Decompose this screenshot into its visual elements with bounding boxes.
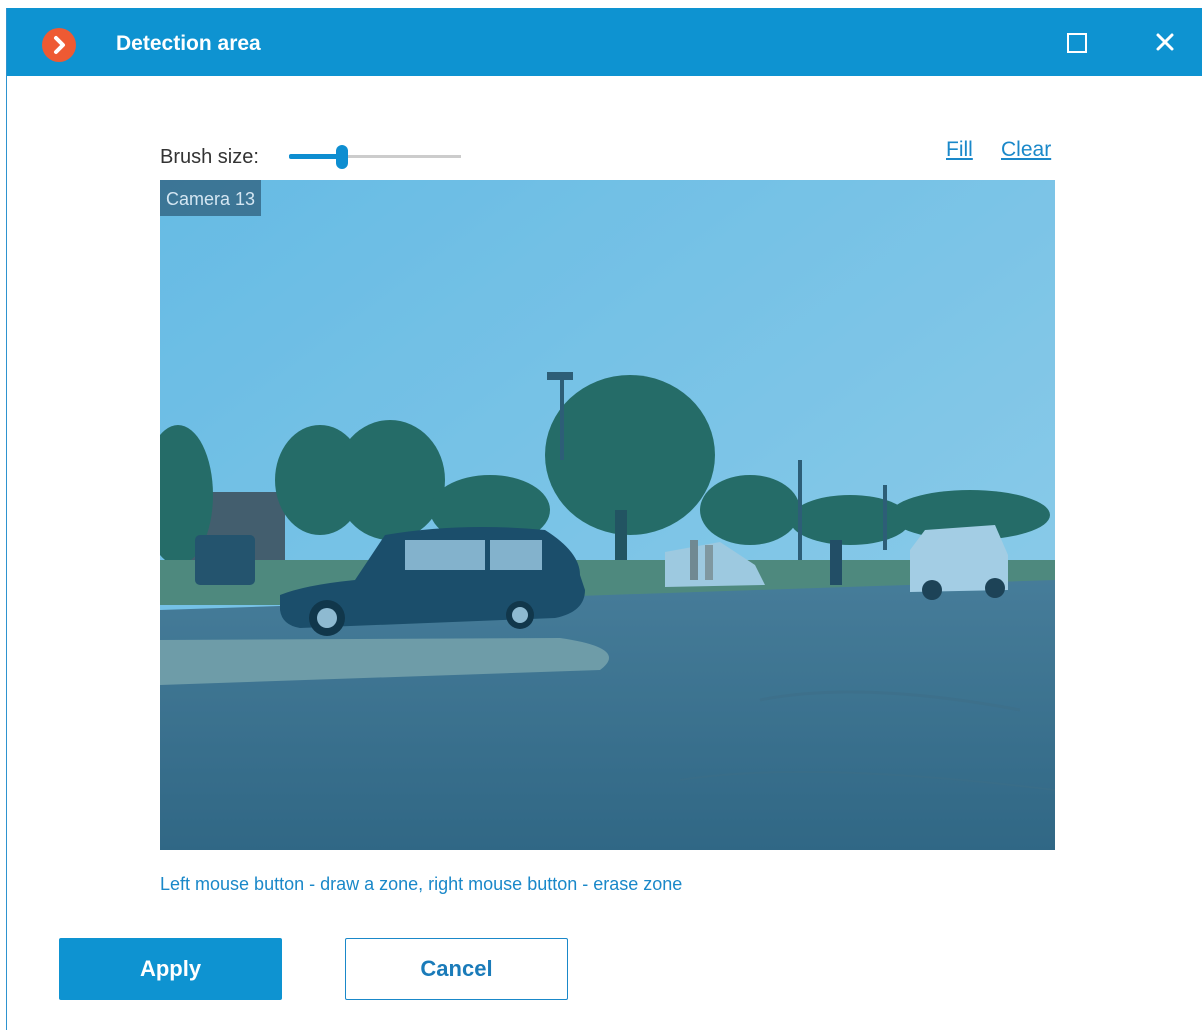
clear-link[interactable]: Clear	[1001, 138, 1051, 162]
maximize-icon[interactable]	[1067, 33, 1087, 53]
app-logo-icon	[42, 28, 76, 62]
close-icon[interactable]	[1153, 30, 1177, 54]
brush-size-label: Brush size:	[160, 146, 259, 168]
slider-thumb[interactable]	[336, 145, 348, 169]
dialog-title: Detection area	[116, 32, 261, 55]
title-bar[interactable]: Detection area	[7, 8, 1202, 76]
camera-video-area[interactable]: Camera 13	[160, 180, 1055, 850]
slider-fill	[289, 154, 342, 159]
apply-button[interactable]: Apply	[59, 938, 282, 1000]
detection-area-dialog: Detection area Brush size: Fill Clear Ca…	[6, 8, 1202, 1030]
fill-link[interactable]: Fill	[946, 138, 973, 162]
instructions-hint: Left mouse button - draw a zone, right m…	[160, 874, 683, 894]
cancel-button[interactable]: Cancel	[345, 938, 568, 1000]
brush-size-slider[interactable]	[289, 144, 461, 170]
detection-zone-overlay	[160, 180, 1055, 850]
camera-name-label: Camera 13	[160, 180, 262, 216]
